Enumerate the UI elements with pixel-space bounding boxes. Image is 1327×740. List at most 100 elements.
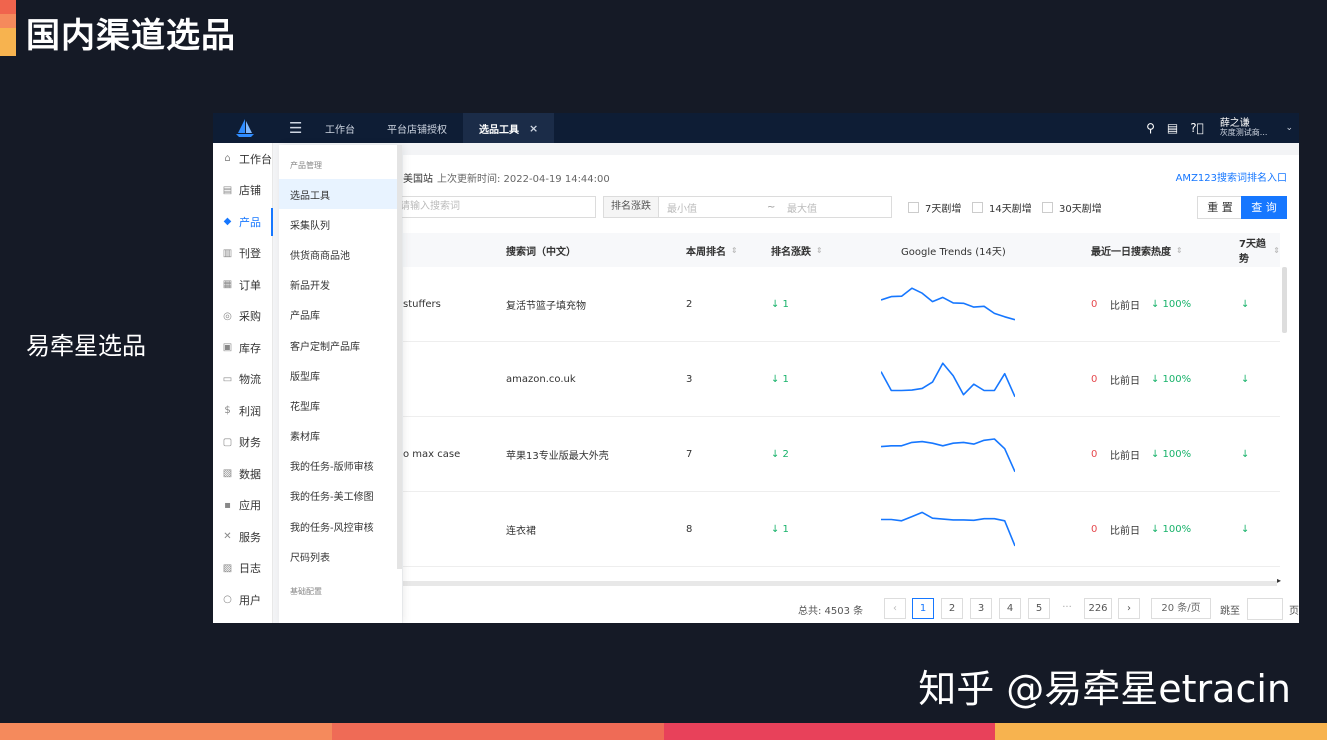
sort-icon[interactable]: ⇕ bbox=[1176, 246, 1183, 255]
last-page-button[interactable]: 226 bbox=[1084, 598, 1112, 619]
sidebar-item-logistics[interactable]: ▭ 物流 bbox=[213, 364, 272, 396]
sort-icon[interactable]: ⇕ bbox=[816, 246, 823, 255]
keyword-cn[interactable]: 苹果13专业版最大外壳 bbox=[506, 417, 609, 492]
sidebar-item-logs[interactable]: ▨ 日志 bbox=[213, 553, 272, 585]
sort-icon[interactable]: ⇕ bbox=[731, 246, 738, 255]
sidebar-item-apps[interactable]: ▪ 应用 bbox=[213, 490, 272, 522]
table-row[interactable]: stuffers 复活节篮子填充物 2 ↓ 1 0 比前日 ↓ 100% ↓ bbox=[403, 267, 1280, 342]
page-suffix: 页 bbox=[1289, 606, 1299, 617]
keyword-en[interactable]: stuffers bbox=[403, 267, 441, 342]
submenu-item[interactable]: 产品库 bbox=[279, 300, 402, 330]
min-value-input[interactable]: 最小值 bbox=[667, 200, 767, 215]
watermark: 知乎 @易牵星etracin bbox=[918, 667, 1291, 711]
keyword-en[interactable]: o max case bbox=[403, 417, 460, 492]
help-icon[interactable]: ?⃝ bbox=[1190, 121, 1204, 135]
submenu-item[interactable]: 新品开发 bbox=[279, 270, 402, 300]
keyword-cn[interactable]: 复活节篮子填充物 bbox=[506, 267, 586, 342]
header-heat[interactable]: 最近一日搜索热度 ⇕ bbox=[1091, 233, 1183, 267]
next-page-button[interactable]: › bbox=[1118, 598, 1140, 619]
sailboat-logo-icon[interactable] bbox=[213, 113, 277, 143]
table-row[interactable]: amazon.co.uk 3 ↓ 1 0 比前日 ↓ 100% ↓ bbox=[403, 342, 1280, 417]
sidebar-item-users[interactable]: ○ 用户 bbox=[213, 584, 272, 616]
sidebar-item-finance[interactable]: ▢ 财务 bbox=[213, 427, 272, 459]
page-size-select[interactable]: 20 条/页 bbox=[1151, 598, 1211, 619]
main-content: 美国站 上次更新时间: 2022-04-19 14:44:00 AMZ123搜索… bbox=[393, 155, 1299, 623]
sidebar-item-inventory[interactable]: ▣ 库存 bbox=[213, 332, 272, 364]
page-button[interactable]: 4 bbox=[999, 598, 1021, 619]
sort-icon[interactable]: ⇕ bbox=[1273, 246, 1280, 255]
tab-store-auth[interactable]: 平台店铺授权 bbox=[371, 113, 463, 143]
checkbox-7day[interactable]: 7天剧增 bbox=[908, 200, 961, 215]
checkbox-box bbox=[1042, 202, 1053, 213]
checkbox-14day[interactable]: 14天剧增 bbox=[972, 200, 1032, 215]
range-label: 排名涨跌 bbox=[604, 197, 659, 217]
submenu-item[interactable]: 客户定制产品库 bbox=[279, 330, 402, 360]
header-label: 本周排名 bbox=[686, 246, 726, 258]
header-rank[interactable]: 本周排名 ⇕ bbox=[686, 233, 738, 267]
menu-toggle-icon[interactable]: ☰ bbox=[289, 119, 309, 137]
sidebar-item-workbench[interactable]: ⌂ 工作台 bbox=[213, 143, 272, 175]
chevron-down-icon[interactable]: ⌄ bbox=[1285, 123, 1293, 133]
tab-product-selection[interactable]: 选品工具 × bbox=[463, 113, 555, 143]
header-trends: Google Trends (14天) bbox=[901, 233, 1006, 267]
filter-row: 请输入搜索词 排名涨跌 最小值 ~ 最大值 7天剧增 14天剧增 30天剧增 重… bbox=[393, 196, 1299, 219]
search-input[interactable]: 请输入搜索词 bbox=[393, 196, 596, 218]
table-row[interactable]: 连衣裙 8 ↓ 1 0 比前日 ↓ 100% ↓ bbox=[403, 492, 1280, 567]
document-icon[interactable]: ▤ bbox=[1167, 121, 1178, 135]
submenu-scrollbar[interactable] bbox=[397, 145, 402, 569]
page-button[interactable]: 2 bbox=[941, 598, 963, 619]
scroll-right-arrow-icon[interactable]: ▸ bbox=[1277, 576, 1281, 585]
reset-button[interactable]: 重 置 bbox=[1197, 196, 1243, 219]
sidebar-item-orders[interactable]: ▦ 订单 bbox=[213, 269, 272, 301]
sidebar-item-store[interactable]: ▤ 店铺 bbox=[213, 175, 272, 207]
table-row[interactable]: o max case 苹果13专业版最大外壳 7 ↓ 2 0 比前日 ↓ 100% ↓ bbox=[403, 417, 1280, 492]
page-button[interactable]: 5 bbox=[1028, 598, 1050, 619]
page-button[interactable]: 1 bbox=[912, 598, 934, 619]
submenu-item[interactable]: 花型库 bbox=[279, 390, 402, 420]
skin-icon[interactable]: ⚲ bbox=[1146, 121, 1155, 135]
submenu-item[interactable]: 版型库 bbox=[279, 360, 402, 390]
submenu-item[interactable]: 素材库 bbox=[279, 421, 402, 451]
keyword-cn[interactable]: 连衣裙 bbox=[506, 492, 536, 567]
user-org: 灰度测试商... bbox=[1219, 128, 1268, 138]
horizontal-scrollbar[interactable] bbox=[403, 581, 1277, 586]
submenu-item[interactable]: 供货商商品池 bbox=[279, 239, 402, 269]
submenu-item[interactable]: 我的任务-版师审核 bbox=[279, 451, 402, 481]
accent-bar-orange bbox=[0, 14, 16, 28]
header-trend7[interactable]: 7天趋势 ⇕ bbox=[1239, 233, 1280, 267]
accent-bar bbox=[0, 0, 16, 56]
close-icon[interactable]: × bbox=[529, 122, 538, 135]
sidebar-item-profit[interactable]: $ 利润 bbox=[213, 395, 272, 427]
submenu-item[interactable]: 采集队列 bbox=[279, 209, 402, 239]
checkbox-30day[interactable]: 30天剧增 bbox=[1042, 200, 1102, 215]
pagination-ellipsis[interactable]: ··· bbox=[1056, 598, 1078, 619]
query-button[interactable]: 查 询 bbox=[1241, 196, 1287, 219]
amz123-link[interactable]: AMZ123搜索词排名入口 bbox=[1176, 169, 1287, 184]
submenu-item[interactable]: 我的任务-风控审核 bbox=[279, 511, 402, 541]
sidebar-item-data[interactable]: ▧ 数据 bbox=[213, 458, 272, 490]
sidebar-item-services[interactable]: ✕ 服务 bbox=[213, 521, 272, 553]
sidebar-item-purchase[interactable]: ◎ 采购 bbox=[213, 301, 272, 333]
page-button[interactable]: 3 bbox=[970, 598, 992, 619]
submenu-item[interactable]: 选品工具 bbox=[279, 179, 402, 210]
max-value-input[interactable]: 最大值 bbox=[787, 200, 817, 215]
stripe-segment bbox=[0, 723, 332, 740]
prev-page-button[interactable]: ‹ bbox=[884, 598, 906, 619]
heat-change-pct: ↓ 100% bbox=[1151, 374, 1192, 385]
submenu-item[interactable]: 我的任务-美工修图 bbox=[279, 481, 402, 511]
user-info[interactable]: 薛之谦 灰度测试商... bbox=[1219, 118, 1268, 138]
keyword-cn[interactable]: amazon.co.uk bbox=[506, 342, 576, 417]
vertical-scrollbar[interactable] bbox=[1282, 267, 1287, 333]
jump-page-input[interactable] bbox=[1247, 598, 1283, 620]
sidebar-item-listing[interactable]: ▥ 刊登 bbox=[213, 238, 272, 270]
tab-workbench[interactable]: 工作台 bbox=[309, 113, 371, 143]
submenu-item[interactable]: 尺码列表 bbox=[279, 541, 402, 571]
search-heat: 0 bbox=[1091, 524, 1098, 535]
sparkline-svg bbox=[881, 511, 1015, 546]
top-bar: ☰ 工作台 平台店铺授权 选品工具 × ⚲ ▤ ?⃝ 薛之谦 灰度测试商... … bbox=[213, 113, 1299, 143]
last-updated: 上次更新时间: 2022-04-19 14:44:00 bbox=[437, 174, 610, 185]
sidebar-item-label: 订单 bbox=[239, 278, 261, 292]
header-change[interactable]: 排名涨跌 ⇕ bbox=[771, 233, 823, 267]
sidebar-item-product[interactable]: ◆ 产品 bbox=[213, 206, 273, 238]
site-name[interactable]: 美国站 bbox=[403, 170, 433, 185]
